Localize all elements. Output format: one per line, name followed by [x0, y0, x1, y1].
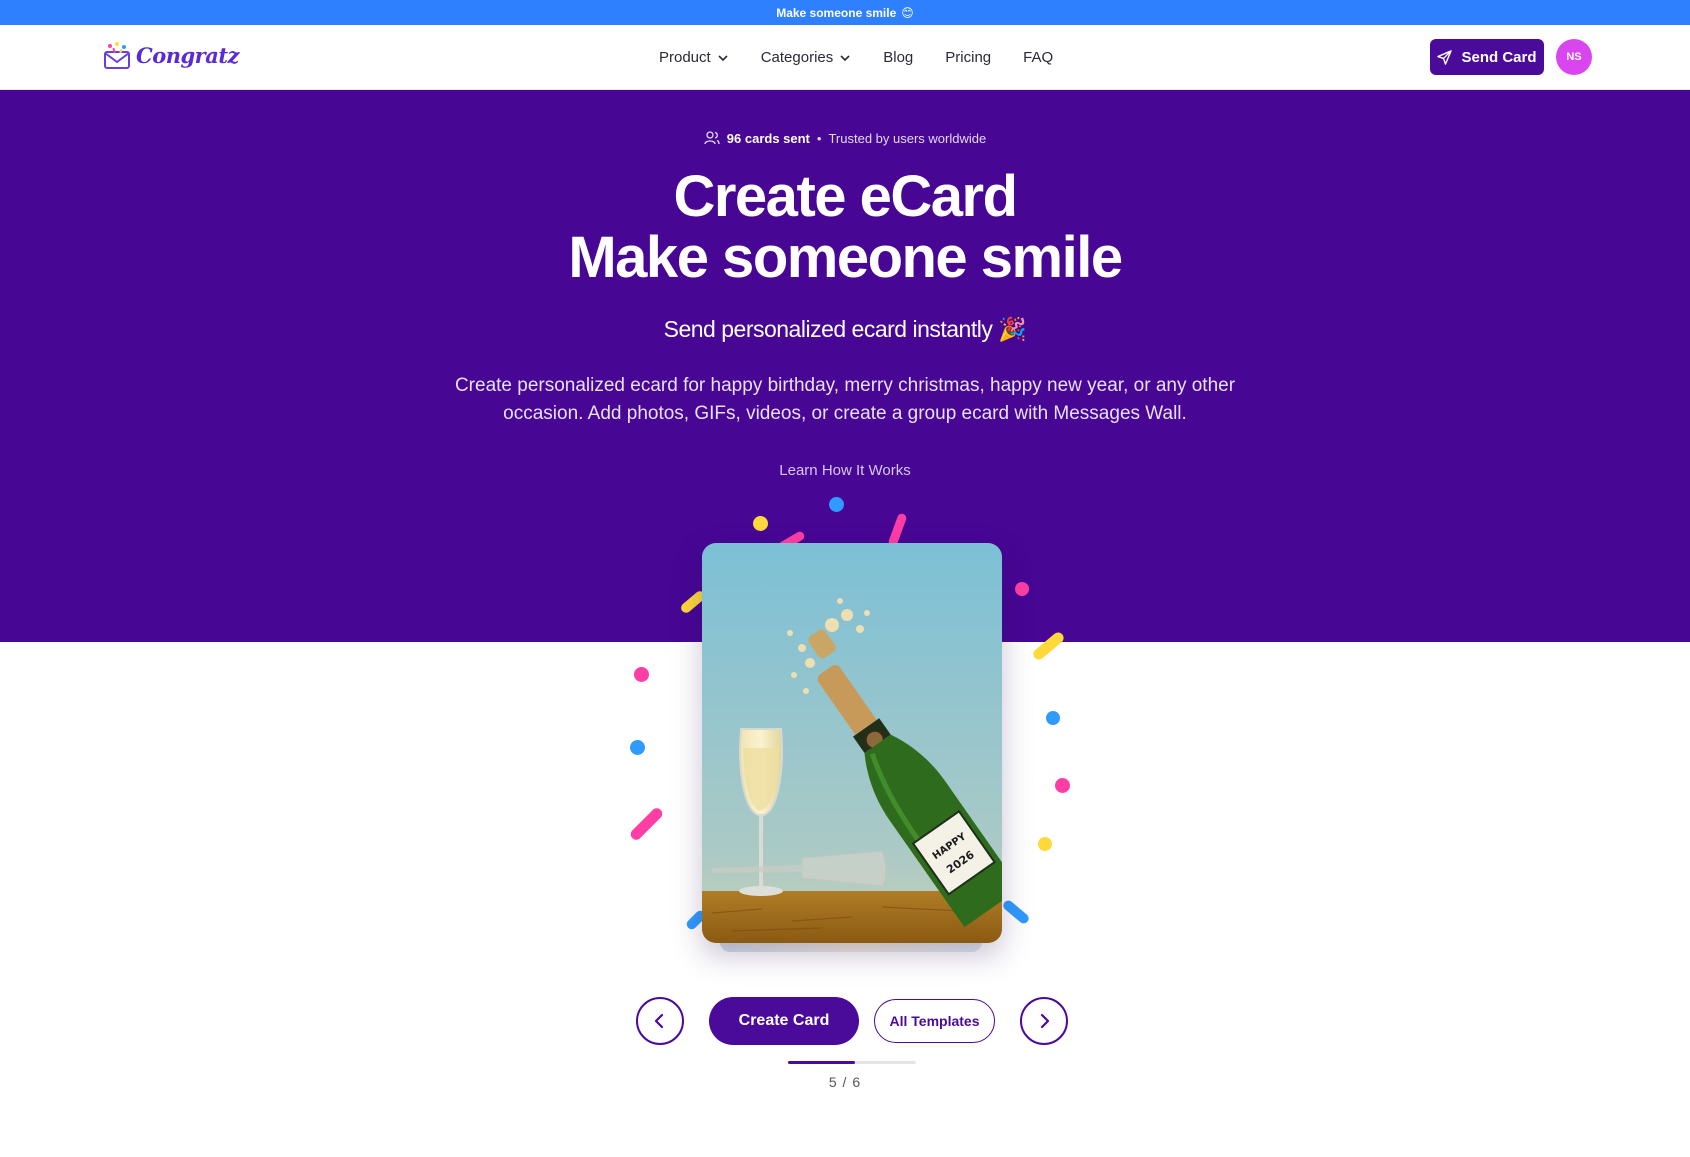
send-card-button[interactable]: Send Card — [1430, 39, 1544, 75]
top-navigation: Congratz Product Categories Blog Pricing… — [0, 25, 1690, 90]
hero-title: Create eCard Make someone smile — [0, 166, 1690, 288]
chevron-left-icon — [654, 1013, 664, 1029]
envelope-logo-icon — [104, 42, 130, 69]
paper-plane-icon — [1437, 49, 1453, 65]
confetti-dot — [829, 497, 844, 512]
party-popper-icon: 🎉 — [998, 316, 1027, 342]
nav-item-label: Blog — [883, 49, 914, 66]
carousel-next-button[interactable] — [1020, 997, 1068, 1045]
usage-stat: 96 cards sent • Trusted by users worldwi… — [0, 130, 1690, 146]
nav-item-pricing[interactable]: Pricing — [945, 49, 991, 66]
carousel-progress-bar — [788, 1061, 916, 1064]
nav-item-categories[interactable]: Categories — [761, 49, 852, 66]
confetti-dot — [1055, 778, 1070, 793]
chevron-right-icon — [1040, 1013, 1050, 1029]
confetti-dot — [1046, 711, 1060, 725]
cards-sent-count: 96 cards sent — [726, 130, 810, 146]
hero-subtitle: Send personalized ecard instantly 🎉 — [0, 316, 1690, 343]
hero-description: Create personalized ecard for happy birt… — [454, 375, 1236, 424]
nav-item-blog[interactable]: Blog — [883, 49, 913, 66]
champagne-illustration: HAPPY 2026 — [702, 543, 1002, 943]
learn-how-link[interactable]: Learn How It Works — [0, 462, 1690, 479]
confetti-streamer — [1001, 898, 1031, 926]
carousel-counter: 5 / 6 — [828, 1074, 862, 1090]
user-avatar[interactable]: NS — [1556, 39, 1592, 75]
hero-title-line1: Create eCard — [673, 164, 1018, 229]
stat-separator: • — [816, 130, 822, 146]
create-card-button[interactable]: Create Card — [709, 997, 859, 1045]
announcement-text: Make someone smile — [776, 5, 897, 20]
nav-item-label: Pricing — [945, 49, 992, 66]
confetti-dot — [1015, 582, 1029, 596]
carousel-controls: Create Card All Templates — [0, 997, 1690, 1047]
trust-text: Trusted by users worldwide — [828, 130, 987, 146]
brand-name: Congratz — [136, 42, 239, 68]
confetti-dot — [1038, 837, 1052, 851]
hero-title-line2: Make someone smile — [568, 225, 1123, 290]
users-icon — [704, 131, 720, 145]
confetti-dot — [634, 667, 649, 682]
confetti-dot — [630, 740, 645, 755]
confetti-streamer — [628, 805, 665, 843]
nav-item-product[interactable]: Product — [659, 49, 729, 66]
announcement-bar: Make someone smile 😊 — [0, 0, 1690, 25]
carousel-prev-button[interactable] — [636, 997, 684, 1045]
nav-item-label: Categories — [760, 49, 834, 66]
carousel-progress-fill — [788, 1061, 855, 1064]
nav-item-label: FAQ — [1023, 49, 1054, 66]
chevron-down-icon — [718, 54, 728, 61]
ecard-preview[interactable]: HAPPY 2026 — [702, 543, 1002, 943]
brand-logo[interactable]: Congratz — [102, 40, 239, 70]
nav-item-faq[interactable]: FAQ — [1023, 49, 1053, 66]
confetti-dot — [753, 516, 768, 531]
all-templates-button[interactable]: All Templates — [874, 999, 995, 1043]
send-card-label: Send Card — [1461, 48, 1537, 66]
main-menu: Product Categories Blog Pricing FAQ — [659, 25, 1053, 90]
chevron-down-icon — [840, 54, 850, 61]
smile-emoji-icon: 😊 — [901, 5, 914, 20]
hero-subtitle-text: Send personalized ecard instantly — [663, 316, 993, 342]
nav-item-label: Product — [659, 49, 711, 66]
